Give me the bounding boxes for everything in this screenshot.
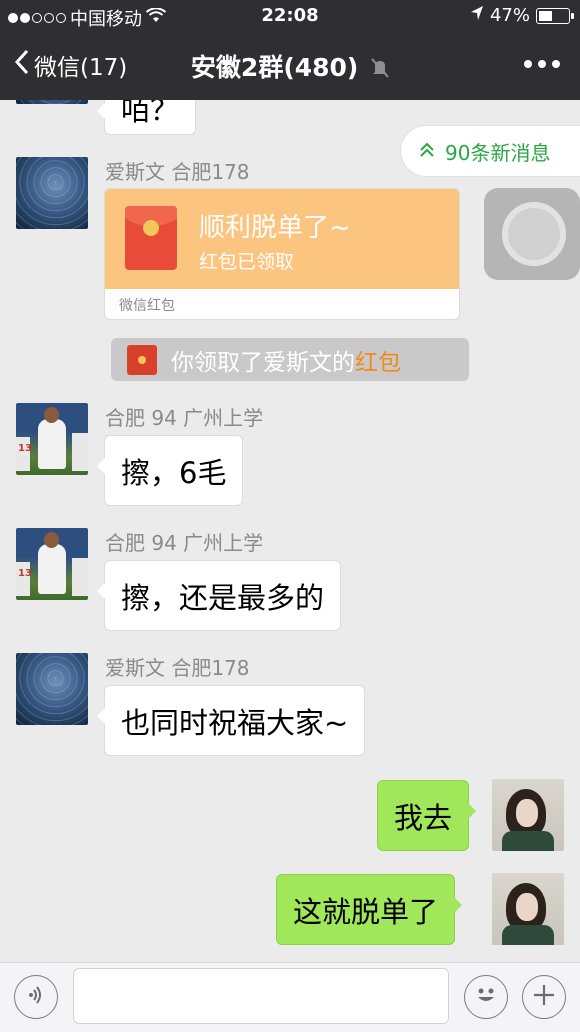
red-packet-footer: 微信红包 xyxy=(119,298,175,314)
red-packet-status: 红包已领取 xyxy=(199,251,295,273)
mute-icon xyxy=(371,55,389,84)
plus-icon xyxy=(532,983,556,1011)
voice-icon xyxy=(26,985,46,1009)
system-notice: 你领取了爱斯文的红包 xyxy=(111,338,469,381)
sender-name: 爱斯文 合肥178 xyxy=(105,656,250,680)
message-text: 也同时祝福大家~ xyxy=(121,705,349,740)
sender-name: 合肥 94 广州上学 xyxy=(105,531,264,555)
message-bubble[interactable]: 咟？ xyxy=(96,100,197,135)
avatar[interactable] xyxy=(16,157,88,229)
notice-link[interactable]: 红包 xyxy=(355,350,401,376)
location-arrow-icon xyxy=(470,5,484,26)
plus-button[interactable] xyxy=(522,975,566,1019)
message-bubble[interactable]: 擦，还是最多的 xyxy=(96,560,342,631)
avatar[interactable]: 13 xyxy=(16,403,88,475)
message-text: 擦，6毛 xyxy=(121,455,227,490)
my-message-bubble[interactable]: 这就脱单了 xyxy=(276,874,463,945)
status-bar: 中国移动 22:08 47% xyxy=(0,0,580,32)
red-packet-icon xyxy=(127,344,157,375)
chat-title: 安徽2群(480) xyxy=(0,48,580,84)
message-text: 这就脱单了 xyxy=(293,894,439,929)
red-packet-header: 顺利脱单了~ 红包已领取 xyxy=(105,189,459,289)
chat-title-text: 安徽2群(480) xyxy=(190,53,359,82)
message-text: 咟？ xyxy=(121,100,180,127)
message-text: 我去 xyxy=(394,800,453,835)
assistive-touch-button[interactable] xyxy=(484,188,580,280)
voice-button[interactable] xyxy=(14,975,58,1019)
message-bubble[interactable]: 擦，6毛 xyxy=(96,435,244,506)
status-right: 47% xyxy=(470,5,574,26)
new-messages-label: 90条新消息 xyxy=(445,140,551,165)
sender-name: 爱斯文 合肥178 xyxy=(105,160,250,184)
red-packet-card[interactable]: 顺利脱单了~ 红包已领取 微信红包 xyxy=(104,188,460,320)
input-bar xyxy=(0,962,580,1032)
sender-name: 合肥 94 广州上学 xyxy=(105,406,264,430)
red-packet-title: 顺利脱单了~ xyxy=(199,213,351,243)
battery-percent: 47% xyxy=(489,5,530,26)
my-avatar[interactable] xyxy=(492,873,564,945)
double-chevron-up-icon xyxy=(419,139,435,163)
message-text: 擦，还是最多的 xyxy=(121,580,325,615)
my-message-bubble[interactable]: 我去 xyxy=(377,780,477,851)
more-icon[interactable] xyxy=(524,60,560,68)
red-packet-icon xyxy=(125,206,177,270)
top-bar: 中国移动 22:08 47% 微信(17) 安徽2群(480) xyxy=(0,0,580,100)
chat-area[interactable]: 咟？ 90条新消息 爱斯文 合肥178 顺利脱单了~ 红包已领取 微信红包 你领… xyxy=(0,100,580,962)
battery-icon xyxy=(536,7,574,24)
message-input[interactable] xyxy=(73,968,449,1024)
emoji-icon xyxy=(471,980,501,1014)
emoji-button[interactable] xyxy=(464,975,508,1019)
avatar[interactable] xyxy=(16,100,88,104)
message-bubble[interactable]: 也同时祝福大家~ xyxy=(96,685,366,756)
avatar[interactable] xyxy=(16,653,88,725)
nav-bar: 微信(17) 安徽2群(480) xyxy=(0,38,580,96)
my-avatar[interactable] xyxy=(492,779,564,851)
avatar[interactable]: 13 xyxy=(16,528,88,600)
new-messages-button[interactable]: 90条新消息 xyxy=(400,125,580,177)
notice-text: 你领取了爱斯文的红包 xyxy=(171,349,401,376)
